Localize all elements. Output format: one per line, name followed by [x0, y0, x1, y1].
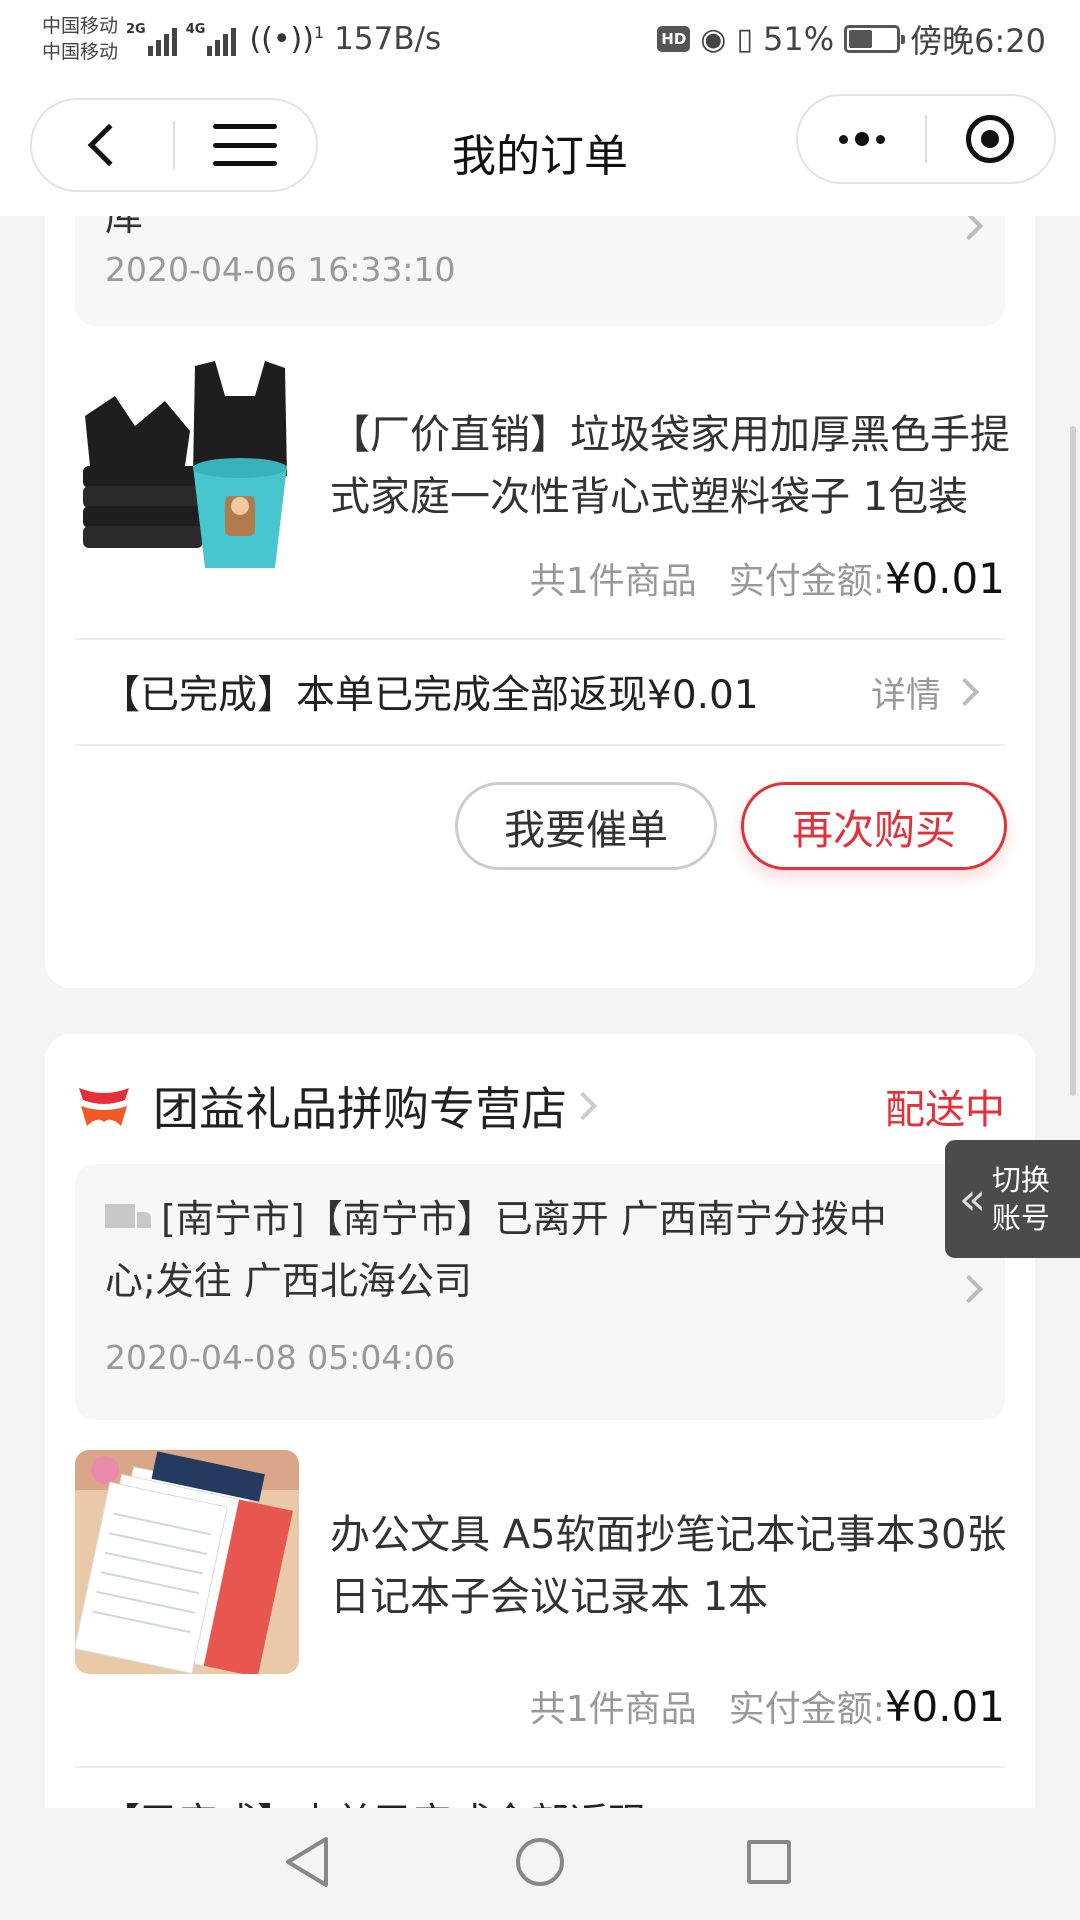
rebate-text: 【已完成】本单已完成全部返现¥0.01 — [101, 673, 759, 718]
product-image-notebook[interactable] — [75, 1450, 299, 1674]
order-summary: 共1件商品 实付金额: ¥0.01 — [530, 1680, 1005, 1732]
buy-again-button[interactable]: 再次购买 — [741, 782, 1007, 870]
battery-icon — [844, 25, 906, 53]
switch-account-line2: 账号 — [991, 1201, 1050, 1235]
eye-icon: ◉ — [700, 21, 727, 57]
logistics-text: [南宁市]【南宁市】已离开 广西南宁分拨中心;发往 广西北海公司 — [105, 1197, 887, 1303]
chevron-right-icon — [950, 677, 980, 707]
target-icon — [966, 115, 1015, 163]
logistics-box[interactable]: 库 2020-04-06 16:33:10 — [75, 216, 1005, 326]
hd-icon: HD — [657, 26, 691, 52]
hamburger-icon — [213, 124, 278, 166]
logistics-time: 2020-04-08 05:04:06 — [105, 1338, 456, 1377]
logistics-text: 库 — [105, 216, 144, 239]
product-title[interactable]: 【厂价直销】垃圾袋家用加厚黑色手提式家庭一次性背心式塑料袋子 1包装 — [330, 404, 1010, 528]
nav-capsule-right — [796, 94, 1056, 184]
carrier-2: 中国移动 — [42, 41, 119, 63]
rebate-detail-label: 详情 — [870, 675, 941, 716]
signal-4g-icon: 4G — [186, 22, 240, 56]
network-speed: 157B/s — [334, 21, 442, 57]
chevron-right-icon — [954, 1274, 984, 1304]
hotspot-icon: ((•))1 — [249, 21, 325, 57]
circle-home-icon — [516, 1838, 564, 1886]
truck-icon — [105, 1204, 151, 1234]
paid-label: 实付金额: — [728, 1689, 885, 1730]
rebate-detail-link[interactable]: 详情 — [870, 667, 980, 718]
system-recents-button[interactable] — [737, 1830, 801, 1894]
switch-account-button[interactable]: « 切换 账号 — [945, 1140, 1080, 1258]
close-miniprogram-button[interactable] — [927, 96, 1054, 182]
signal-2g-icon: 2G — [126, 22, 180, 56]
clock: 傍晚6:20 — [910, 22, 1046, 60]
order-list[interactable]: 库 2020-04-06 16:33:10 【厂价直销】垃圾袋家用加厚黑色手提式… — [0, 216, 1080, 1808]
shop-logo-icon — [75, 1082, 133, 1130]
logistics-box[interactable]: [南宁市]【南宁市】已离开 广西南宁分拨中心;发往 广西北海公司 2020-04… — [75, 1164, 1005, 1420]
carrier-1: 中国移动 — [42, 15, 119, 37]
square-recents-icon — [747, 1840, 791, 1884]
more-button[interactable] — [798, 96, 925, 182]
nav-capsule-left — [30, 98, 318, 192]
system-nav-bar — [0, 1808, 1080, 1920]
order-card: 团益礼品拼购专营店 配送中 [南宁市]【南宁市】已离开 广西南宁分拨中心;发往 … — [45, 1034, 1035, 1808]
vibrate-icon: ▯ — [736, 21, 753, 57]
rebate-row[interactable]: 【已完成】本单已完成全部返现 — [75, 1768, 1005, 1808]
system-home-button[interactable] — [508, 1830, 572, 1894]
more-dots-icon — [838, 132, 885, 146]
order-status: 配送中 — [885, 1087, 1005, 1133]
chevron-right-icon — [954, 216, 984, 241]
paid-amount: ¥0.01 — [884, 554, 1005, 603]
order-card: 库 2020-04-06 16:33:10 【厂价直销】垃圾袋家用加厚黑色手提式… — [45, 216, 1035, 988]
triangle-back-icon — [286, 1837, 328, 1887]
chevron-right-icon — [568, 1091, 598, 1121]
paid-label: 实付金额: — [728, 561, 885, 602]
paid-amount: ¥0.01 — [884, 1682, 1005, 1731]
shop-header[interactable]: 团益礼品拼购专营店 配送中 — [75, 1076, 1005, 1136]
back-button[interactable] — [32, 100, 173, 190]
urge-order-button[interactable]: 我要催单 — [455, 782, 717, 870]
product-title[interactable]: 办公文具 A5软面抄笔记本记事本30张日记本子会议记录本 1本 — [330, 1504, 1010, 1628]
carrier-names: 中国移动 中国移动 — [42, 13, 118, 65]
switch-account-line1: 切换 — [991, 1163, 1050, 1197]
double-chevron-left-icon: « — [959, 1173, 986, 1225]
scrollbar[interactable] — [1070, 426, 1076, 1096]
system-back-button[interactable] — [275, 1830, 339, 1894]
battery-fill — [849, 30, 873, 48]
nav-bar: 我的订单 — [0, 78, 1080, 216]
battery-percent: 51% — [763, 20, 835, 58]
item-count: 共1件商品 — [529, 1689, 697, 1730]
divider — [75, 744, 1005, 746]
logistics-text-wrap: [南宁市]【南宁市】已离开 广西南宁分拨中心;发往 广西北海公司 — [105, 1188, 915, 1312]
order-summary: 共1件商品 实付金额: ¥0.01 — [530, 552, 1005, 604]
item-count: 共1件商品 — [529, 561, 697, 602]
shop-name: 团益礼品拼购专营店 — [153, 1082, 567, 1136]
switch-account-label: 切换 账号 — [992, 1161, 1050, 1237]
menu-button[interactable] — [175, 100, 316, 190]
logistics-time: 2020-04-06 16:33:10 — [105, 250, 456, 289]
product-image-trash-bags[interactable] — [75, 356, 299, 580]
rebate-text: 【已完成】本单已完成全部返现 — [101, 1792, 647, 1808]
status-bar: 中国移动 中国移动 2G 4G ((•))1 157B/s HD ◉ ▯ 51%… — [0, 0, 1080, 78]
chevron-left-icon — [87, 123, 130, 167]
rebate-row[interactable]: 【已完成】本单已完成全部返现¥0.01 详情 — [75, 640, 1005, 744]
